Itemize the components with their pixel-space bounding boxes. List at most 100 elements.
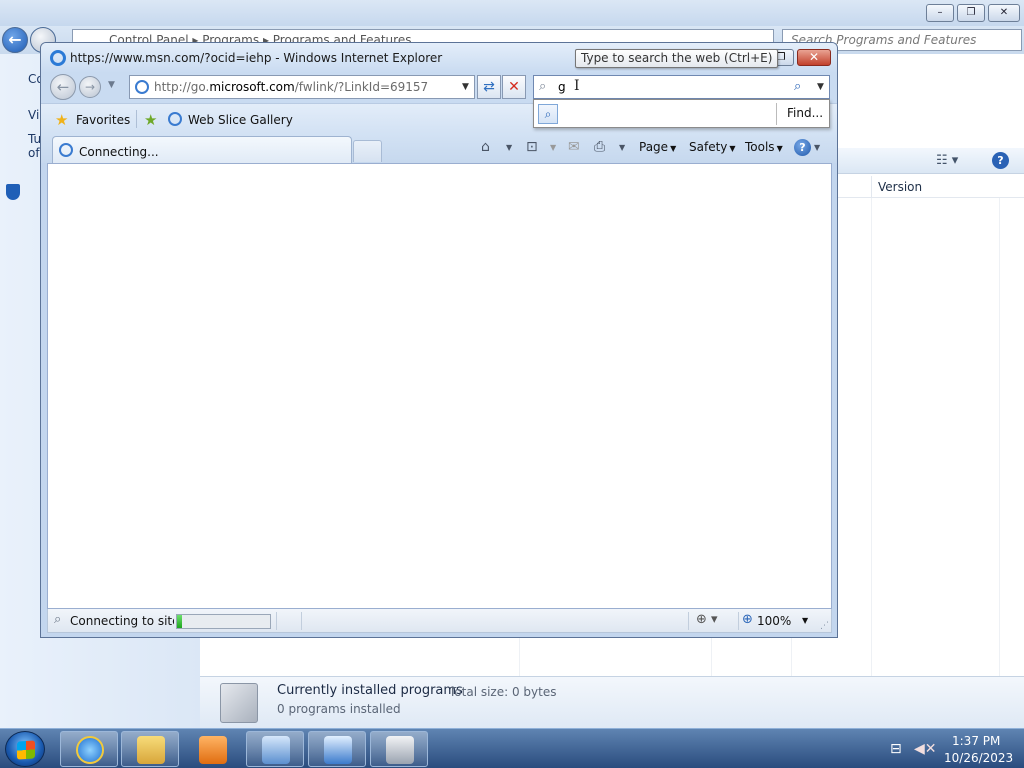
- text-cursor: I: [574, 78, 580, 94]
- tab-connecting[interactable]: Connecting...: [52, 136, 352, 164]
- clock-time[interactable]: 1:37 PM: [952, 734, 1000, 748]
- network-tray-icon[interactable]: ⊟: [890, 741, 902, 757]
- zoom-level[interactable]: 100%: [757, 614, 791, 628]
- volume-muted-icon[interactable]: ◀✕: [914, 741, 937, 757]
- taskbar-explorer-button[interactable]: [121, 731, 179, 767]
- web-slice-gallery-link[interactable]: Web Slice Gallery: [188, 113, 293, 127]
- cp-help-icon[interactable]: ?: [992, 152, 1009, 169]
- help-dropdown[interactable]: ▼: [814, 143, 820, 152]
- grid-line: [871, 198, 872, 676]
- mail-icon[interactable]: ✉: [568, 139, 580, 155]
- programs-icon: [220, 683, 258, 723]
- view-options-icon[interactable]: ☷ ▾: [936, 153, 958, 168]
- media-player-icon: [199, 736, 227, 764]
- ie-close-button[interactable]: ✕: [797, 49, 831, 66]
- ie-page-icon: [59, 143, 73, 157]
- cp-minimize-button[interactable]: –: [926, 4, 954, 22]
- help-icon[interactable]: ?: [794, 139, 811, 156]
- address-url[interactable]: http://go.microsoft.com/fwlink/?LinkId=6…: [154, 80, 428, 94]
- ie-back-button[interactable]: ←: [50, 74, 76, 100]
- loading-progress-bar: [176, 614, 271, 629]
- rss-icon[interactable]: ⊡: [526, 139, 538, 155]
- ie-window: https://www.msn.com/?ocid=iehp - Windows…: [40, 42, 838, 638]
- details-title: Currently installed programs: [277, 683, 463, 698]
- status-divider: [688, 612, 689, 630]
- taskbar-ie-button[interactable]: [60, 731, 118, 767]
- zoom-icon[interactable]: ⊕: [742, 612, 753, 627]
- cp-back-button[interactable]: ←: [2, 27, 28, 53]
- ie-forward-button[interactable]: →: [79, 76, 101, 98]
- ie-page-icon: [135, 80, 149, 94]
- forward-arrow-icon: →: [84, 80, 96, 94]
- new-tab-button[interactable]: [353, 140, 382, 162]
- ie-page-icon: [168, 112, 182, 126]
- column-version[interactable]: Version: [871, 176, 999, 198]
- search-box[interactable]: ⌕ g I ⌕ ▼: [533, 75, 830, 99]
- taskbar-network-button[interactable]: [308, 731, 366, 767]
- safety-menu[interactable]: Safety ▼: [689, 140, 736, 154]
- status-text: Connecting to site...: [70, 614, 174, 628]
- windows-flag-icon: [17, 740, 35, 760]
- control-panel-icon: [262, 736, 290, 764]
- favorites-button[interactable]: Favorites: [76, 113, 130, 127]
- stop-icon: ✕: [508, 79, 520, 95]
- resize-grip-icon[interactable]: ⋰: [820, 621, 829, 631]
- refresh-icon: ⇄: [483, 79, 495, 95]
- refresh-button[interactable]: ⇄: [477, 75, 501, 99]
- cp-titlebar: – ❐ ✕: [0, 0, 1024, 26]
- print-icon[interactable]: ⎙: [594, 139, 605, 155]
- search-go-icon[interactable]: ⌕: [794, 79, 801, 94]
- address-bar[interactable]: http://go.microsoft.com/fwlink/?LinkId=6…: [129, 75, 475, 99]
- progress-fill: [177, 615, 182, 628]
- home-dropdown[interactable]: ▼: [506, 143, 512, 152]
- star-icon: ★: [55, 111, 69, 129]
- cp-maximize-button[interactable]: ❐: [957, 4, 985, 22]
- favorites-divider: [136, 110, 137, 128]
- ie-logo-icon: [76, 736, 104, 764]
- page-menu[interactable]: Page ▼: [639, 140, 676, 154]
- find-on-page-button[interactable]: Find...: [787, 106, 823, 120]
- search-suggestions-dropdown: ⌕ Find...: [533, 99, 830, 128]
- home-icon[interactable]: ⌂: [481, 139, 490, 155]
- shield-icon: [6, 184, 20, 200]
- print-dropdown[interactable]: ▼: [619, 143, 625, 152]
- search-tooltip: Type to search the web (Ctrl+E): [575, 49, 779, 68]
- cp-close-button[interactable]: ✕: [988, 4, 1020, 22]
- rss-dropdown[interactable]: ▼: [550, 143, 556, 152]
- taskbar-programs-button[interactable]: [370, 731, 428, 767]
- start-button[interactable]: [5, 731, 45, 767]
- details-program-count: 0 programs installed: [277, 702, 401, 716]
- page-content-area[interactable]: [47, 163, 832, 609]
- clock-date[interactable]: 10/26/2023: [944, 751, 1013, 765]
- tools-menu[interactable]: Tools ▼: [745, 140, 783, 154]
- taskbar: ⊟ ◀✕ 1:37 PM 10/26/2023: [0, 728, 1024, 768]
- search-provider-dropdown[interactable]: ▼: [817, 82, 824, 92]
- ie-logo-icon: [50, 50, 66, 66]
- cp-left-link[interactable]: Vi: [28, 108, 39, 122]
- network-icon: [324, 736, 352, 764]
- details-pane: Currently installed programs Total size:…: [200, 676, 1024, 728]
- zoom-dropdown[interactable]: ▼: [802, 616, 808, 625]
- back-arrow-icon: ←: [8, 30, 22, 49]
- recent-pages-dropdown[interactable]: ▼: [108, 80, 115, 90]
- tab-label: Connecting...: [79, 145, 159, 159]
- address-dropdown[interactable]: ▼: [462, 82, 469, 92]
- stop-button[interactable]: ✕: [502, 75, 526, 99]
- status-divider: [738, 612, 739, 630]
- add-favorite-icon[interactable]: ★: [144, 111, 157, 129]
- cp-left-link[interactable]: of: [28, 146, 40, 160]
- security-zone-icon[interactable]: ⊕ ▾: [696, 612, 718, 627]
- tab-row: Connecting... ⌂ ▼ ⊡ ▼ ✉ ⎙ ▼ Page ▼ Safety…: [41, 133, 837, 164]
- search-icon: ⌕: [539, 79, 547, 94]
- status-bar: ⌕ Connecting to site... ⊕ ▾ ⊕ 100% ▼ ⋰: [47, 609, 832, 633]
- grid-line: [999, 198, 1000, 676]
- taskbar-media-player-button[interactable]: [183, 731, 241, 767]
- search-icon: ⌕: [54, 612, 62, 627]
- programs-icon: [386, 736, 414, 764]
- search-input[interactable]: g: [558, 80, 566, 94]
- details-total-size: Total size: 0 bytes: [449, 685, 557, 699]
- search-icon[interactable]: ⌕: [538, 104, 558, 124]
- back-arrow-icon: ←: [56, 78, 70, 96]
- status-divider: [276, 612, 277, 630]
- taskbar-control-panel-button[interactable]: [246, 731, 304, 767]
